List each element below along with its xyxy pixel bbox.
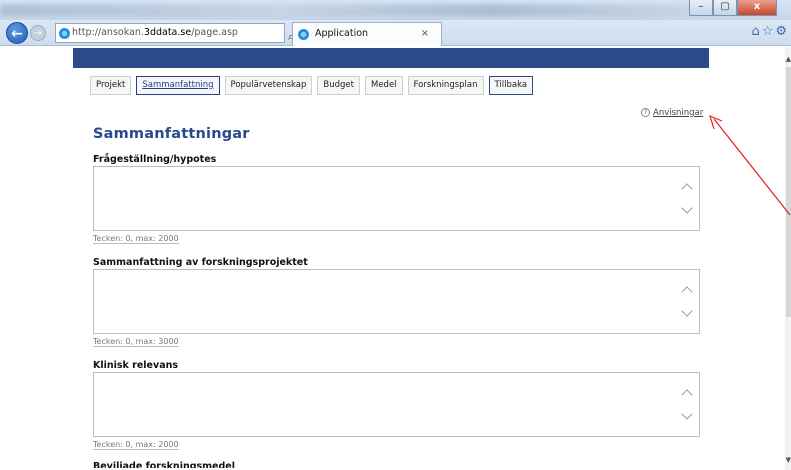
header-banner [73,48,709,68]
url-path: /page.asp [191,27,238,38]
field-label-sammanfattning: Sammanfattning av forskningsprojektet [93,257,308,268]
char-counter: Tecken: 0, max: 2000 [93,234,179,244]
window-controls: – ▢ x [689,0,777,16]
scroll-down-icon[interactable] [681,202,693,214]
browser-toolbar: ← → http://ansokan.3ddata.se/page.asp ⌕ … [0,20,791,79]
minimize-button[interactable]: – [689,0,713,16]
url-host: 3ddata.se [143,27,192,38]
char-counter: Tecken: 0, max: 2000 [93,440,179,450]
forward-button[interactable]: → [30,25,46,41]
char-counter: Tecken: 0, max: 3000 [93,337,179,347]
ie-page-icon [59,28,70,39]
window-titlebar: – ▢ x [0,0,791,20]
klinisk-relevans-textarea[interactable] [93,372,700,437]
tab-title: Application [315,28,369,39]
scroll-up-icon[interactable] [681,286,693,298]
scroll-down-icon[interactable] [681,305,693,317]
back-button[interactable]: ← [6,22,28,44]
url-prefix: http://ansokan. [72,27,144,38]
hypotes-textarea[interactable] [93,166,700,231]
scroll-down-icon[interactable] [681,408,693,420]
page-content: Projekt Sammanfattning Populärvetenskap … [0,47,791,470]
help-icon: ? [641,108,650,117]
tillbaka-button[interactable]: Tillbaka [488,76,534,95]
close-window-button[interactable]: x [737,0,777,16]
tab-close-icon[interactable]: × [421,23,429,45]
nav-popularvetenskap-button[interactable]: Populärvetenskap [224,76,313,95]
sammanfattning-textarea[interactable] [93,269,700,334]
nav-projekt-button[interactable]: Projekt [90,76,132,95]
nav-sammanfattning-button[interactable]: Sammanfattning [136,76,220,95]
help-label: Anvisningar [653,108,704,118]
blurred-title [0,4,700,16]
page-scrollbar[interactable]: ▲ ▼ [785,47,791,470]
scroll-up-icon[interactable] [681,389,693,401]
tab-ie-icon [298,29,309,40]
scroll-down-arrow-icon[interactable]: ▼ [786,456,791,464]
section-nav: Projekt Sammanfattning Populärvetenskap … [90,76,534,95]
help-link[interactable]: ? Anvisningar [641,108,703,118]
maximize-button[interactable]: ▢ [713,0,737,16]
nav-budget-button[interactable]: Budget [317,76,360,95]
scroll-up-arrow-icon[interactable]: ▲ [786,55,791,63]
page-title: Sammanfattningar [93,126,250,142]
nav-medel-button[interactable]: Medel [364,76,403,95]
field-label-hypotes: Frågeställning/hypotes [93,154,217,165]
nav-forskningsplan-button[interactable]: Forskningsplan [407,76,484,95]
scroll-up-icon[interactable] [681,183,693,195]
address-bar[interactable]: http://ansokan.3ddata.se/page.asp ⌕ ▾ ↻ [55,23,297,79]
field-label-klinisk: Klinisk relevans [93,360,179,371]
home-favorites-tools-icons[interactable]: ⌂☆⚙ [751,24,789,39]
field-label-next: Beviljade forskningsmedel [93,461,236,468]
browser-tab[interactable]: Application × [292,22,442,46]
scroll-thumb[interactable] [786,67,791,317]
